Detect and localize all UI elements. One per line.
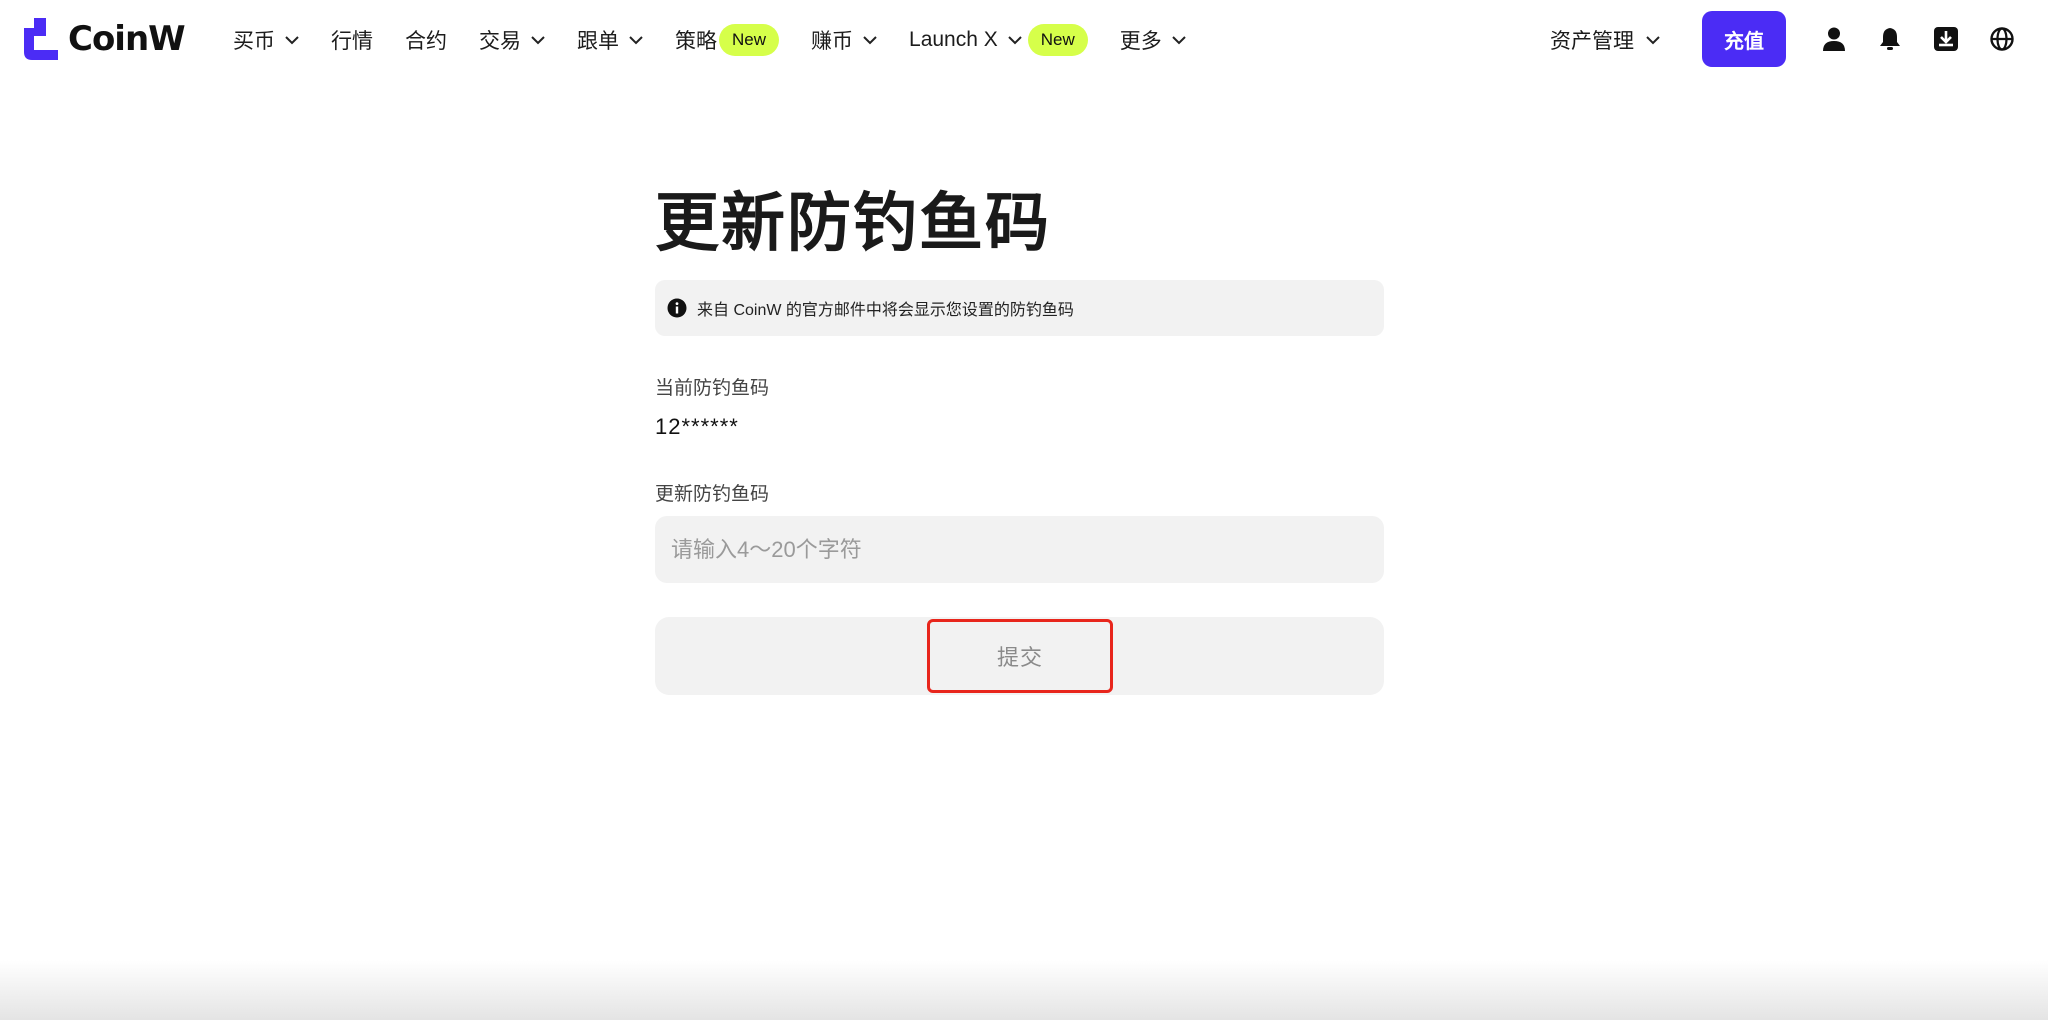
download-icon[interactable] [1933,26,1959,52]
nav-buy-label: 买币 [233,30,275,53]
submit-highlight-box: 提交 [927,619,1113,693]
brand-name: CoinW [68,19,186,59]
nav-market-label: 行情 [331,30,373,53]
new-badge: New [719,24,780,56]
notice-text: 来自 CoinW 的官方邮件中将会显示您设置的防钓鱼码 [697,302,1074,319]
page-title: 更新防钓鱼码 [655,187,1051,261]
chevron-down-icon [285,35,299,44]
chevron-down-icon [531,35,545,44]
globe-icon[interactable] [1989,26,2015,52]
nav-launch-x[interactable]: Launch X New [909,20,1088,60]
new-code-input[interactable] [655,516,1384,583]
nav-copy-trading[interactable]: 跟单 [577,20,643,60]
asset-management-menu[interactable]: 资产管理 [1550,20,1660,60]
new-code-field [655,516,1384,583]
chevron-down-icon [1008,35,1022,44]
nav-contract-label: 合约 [405,30,447,53]
info-notice: 来自 CoinW 的官方邮件中将会显示您设置的防钓鱼码 [655,280,1384,336]
new-code-label: 更新防钓鱼码 [655,484,770,505]
nav-strategy-label: 策略 [675,30,717,53]
submit-button[interactable]: 提交 [655,617,1384,695]
nav-strategy[interactable]: 策略 New [675,20,780,60]
info-icon [667,298,687,318]
nav-trade-label: 交易 [479,30,521,53]
chevron-down-icon [1646,35,1660,44]
new-badge: New [1027,24,1088,56]
chevron-down-icon [1172,35,1186,44]
bell-icon[interactable] [1877,26,1903,52]
submit-label: 提交 [996,645,1043,670]
chevron-down-icon [863,35,877,44]
asset-management-label: 资产管理 [1550,30,1634,53]
nav-buy-crypto[interactable]: 买币 [233,20,299,60]
coinw-logo[interactable]: CoinW [24,18,186,60]
current-code-value: 12****** [655,414,739,439]
nav-trade[interactable]: 交易 [479,20,545,60]
nav-contract[interactable]: 合约 [405,20,447,60]
nav-copy-label: 跟单 [577,30,619,53]
user-icon[interactable] [1821,26,1847,52]
current-code-label: 当前防钓鱼码 [655,378,770,399]
main-nav: 买币 行情 合约 交易 跟单 策略 New 赚币 Launch X New 更多 [233,0,1218,80]
nav-earn[interactable]: 赚币 [811,20,877,60]
chevron-down-icon [629,35,643,44]
nav-market[interactable]: 行情 [331,20,373,60]
bottom-fade [0,960,2048,1020]
nav-earn-label: 赚币 [811,30,854,53]
deposit-button[interactable]: 充值 [1702,11,1786,67]
nav-launch-label: Launch X [909,28,998,51]
nav-more[interactable]: 更多 [1120,20,1186,60]
nav-more-label: 更多 [1119,30,1162,53]
coinw-logo-icon [24,18,58,60]
top-header: CoinW 买币 行情 合约 交易 跟单 策略 New 赚币 Launch X … [0,0,2048,80]
